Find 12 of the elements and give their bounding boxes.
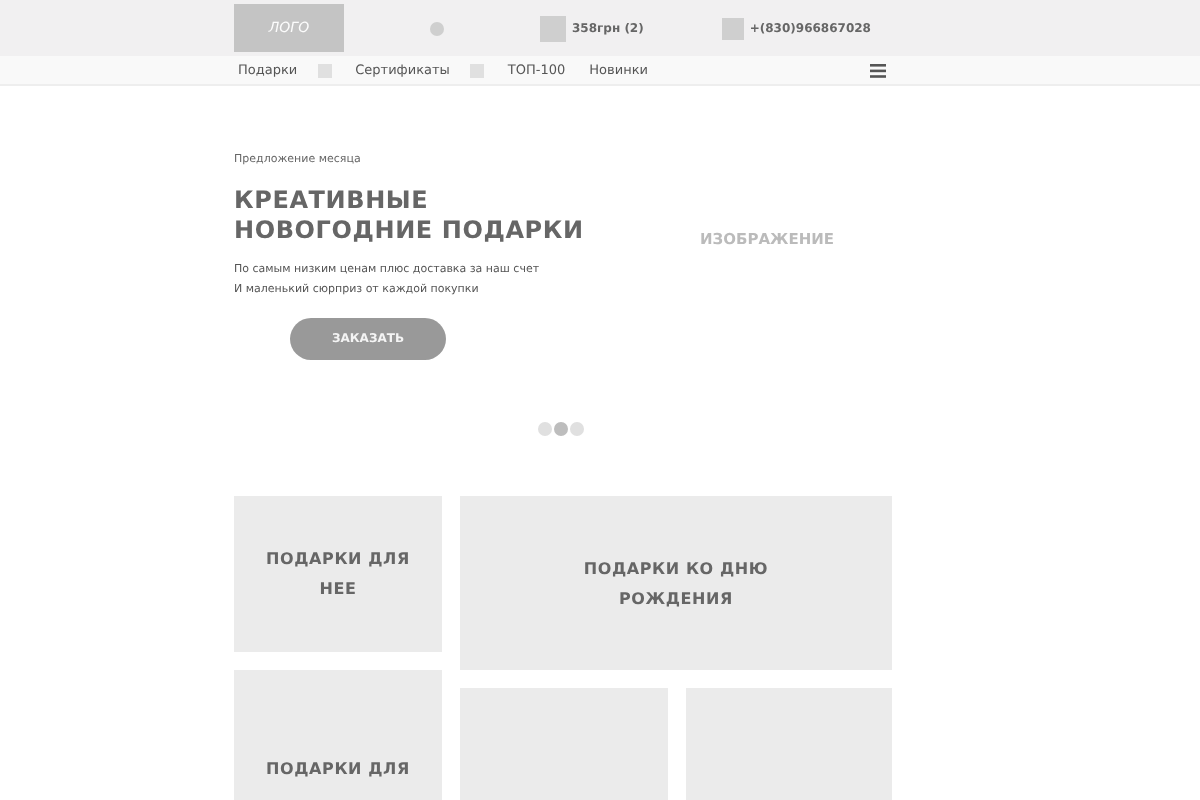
tile-title: ПОДАРКИ ДЛЯ (266, 758, 410, 782)
menu-icon[interactable] (870, 63, 886, 77)
tile-title: ПОДАРКИ КО ДНЮ РОЖДЕНИЯ (583, 557, 769, 611)
carousel-dot[interactable] (538, 422, 552, 436)
category-tile[interactable]: ПОДАРКИ ДЛЯ НЕЕ (234, 496, 442, 652)
carousel-dot[interactable] (554, 422, 568, 436)
circle-icon (430, 21, 444, 35)
carousel-dot[interactable] (570, 422, 584, 436)
hero-title: КРЕАТИВНЫЕ НОВОГОДНИЕ ПОДАРКИ (234, 186, 586, 246)
category-tile[interactable]: ПОДАРКИ ДЛЯ (234, 670, 442, 800)
category-tile[interactable]: ПОДАРКИ КО ДНЮ РОЖДЕНИЯ (460, 496, 892, 670)
tile-title: ПОДАРКИ ДЛЯ НЕЕ (266, 548, 410, 602)
